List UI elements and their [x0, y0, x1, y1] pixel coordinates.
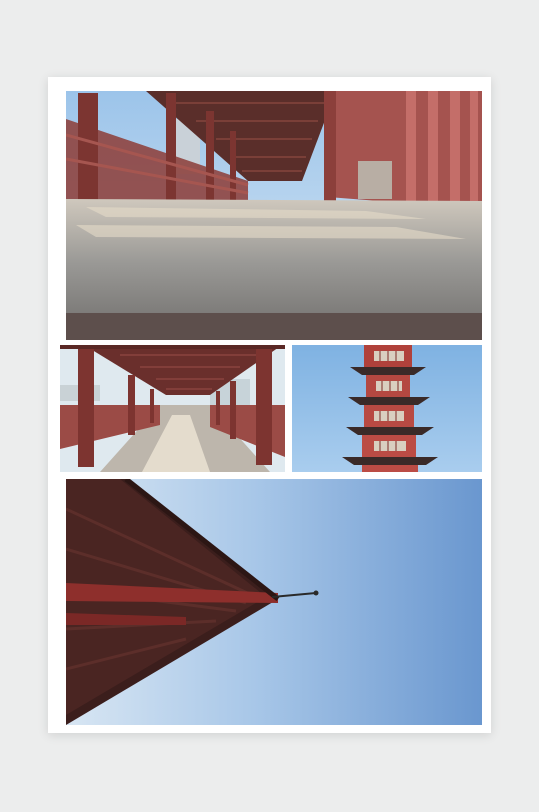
photo-collage-card — [48, 77, 491, 733]
photo-covered-corridor — [60, 345, 285, 472]
photo-pagoda — [292, 345, 482, 472]
photo-roof-eave — [66, 479, 482, 725]
photo-corridor-floor — [66, 91, 482, 340]
